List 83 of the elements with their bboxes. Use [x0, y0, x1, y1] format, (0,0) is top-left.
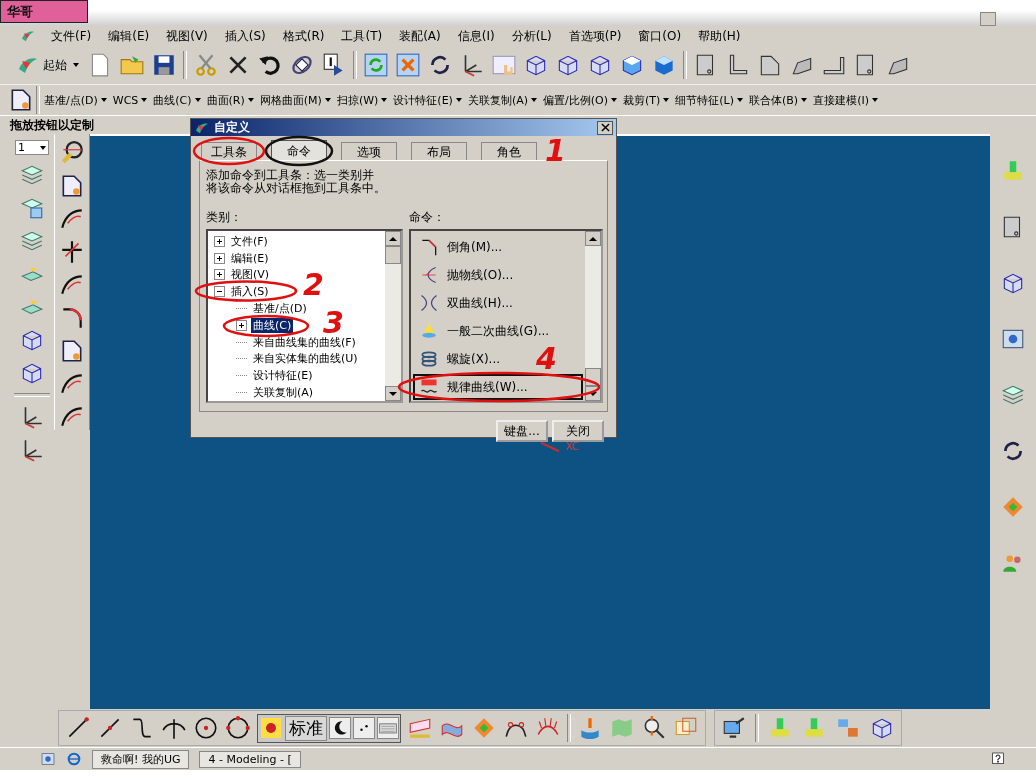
monitor-icon[interactable] [721, 715, 747, 741]
menu-item[interactable]: 装配(A) [397, 27, 443, 45]
axis-label: XC [566, 441, 580, 452]
dialog-title: 自定义 [214, 119, 251, 136]
toolbar-menu-button[interactable]: 直接建模(I) [811, 90, 880, 110]
command-item[interactable]: 规律曲线(W)... [413, 374, 583, 400]
expander-icon[interactable] [214, 235, 225, 247]
customize-hint: 拖放按钮以定制 [10, 116, 94, 134]
annotation-ellipse [264, 135, 334, 167]
ime-icon[interactable] [259, 716, 283, 740]
menu-item[interactable]: 插入(S) [222, 27, 268, 45]
menu-item[interactable]: 格式(R) [280, 27, 327, 45]
tree-item[interactable]: 设计特征(E) [230, 367, 315, 385]
circle-icon[interactable] [225, 715, 251, 741]
annotation-number: 4 [536, 341, 557, 376]
instruction-text: 将该命令从对话框拖到工具条中。 [206, 182, 386, 195]
tree-item[interactable]: 关联复制(A) [230, 384, 316, 401]
moon-icon[interactable] [329, 717, 351, 739]
parabola-icon [419, 265, 439, 285]
scrollbar-thumb[interactable] [385, 246, 401, 264]
menu-item[interactable]: 首选项(P) [566, 27, 624, 45]
menu-item[interactable]: 视图(V) [164, 27, 210, 45]
user-label: 华哥 [0, 0, 88, 23]
menu-item[interactable]: 文件(F) [49, 27, 94, 45]
trim-icon[interactable] [59, 239, 85, 265]
toolbar-menu-button[interactable]: 裁剪(T) [620, 90, 672, 110]
expander-icon[interactable] [214, 286, 225, 298]
help-icon[interactable] [990, 751, 1006, 767]
toolbar-menu-button[interactable]: 曲面(R) [204, 90, 256, 110]
hyperbola-icon [419, 293, 439, 313]
command-item[interactable]: 抛物线(O)... [413, 262, 520, 288]
menu-item[interactable]: 编辑(E) [106, 27, 152, 45]
tree-item[interactable]: 文件(F) [208, 233, 270, 250]
tree-item[interactable]: 插入(S) [208, 283, 271, 301]
menu-item[interactable]: 窗口(O) [636, 27, 684, 45]
helix-icon [419, 349, 439, 369]
scroll-up-button[interactable] [585, 231, 601, 246]
command-item[interactable]: 倒角(M)... [413, 234, 509, 260]
annotation-number: 2 [303, 267, 324, 302]
tree-item[interactable]: 编辑(E) [208, 249, 271, 267]
menu-item[interactable]: 信息(I) [455, 27, 497, 45]
close-button[interactable] [597, 120, 613, 135]
toolbar-menu-button[interactable]: 细节特征(L) [673, 90, 745, 110]
annotation-number: 1 [545, 133, 566, 168]
save-icon[interactable] [151, 52, 177, 78]
toolbar-menu-button[interactable]: 基准/点(D) [42, 90, 109, 110]
menu-item[interactable]: 工具(T) [339, 27, 385, 45]
dialog-button[interactable]: 键盘... [496, 420, 548, 442]
command-item[interactable]: 一般二次曲线(G)... [413, 318, 556, 344]
ime-mode-button[interactable]: 标准 [285, 715, 327, 741]
toolbar-menu-button[interactable]: 联合体(B) [747, 90, 810, 110]
command-item[interactable]: 双曲线(H)... [413, 290, 519, 316]
scroll-down-button[interactable] [385, 386, 401, 401]
taskbar-button[interactable]: 4 - Modeling - [ [199, 750, 301, 768]
wrench-icon[interactable] [59, 140, 85, 166]
tree-item[interactable]: 视图(V) [208, 266, 272, 284]
scroll-up-button[interactable] [385, 231, 401, 246]
toolbar-menu-button[interactable]: 偏置/比例(O) [541, 90, 619, 110]
start-button[interactable]: 起始 [14, 51, 81, 79]
toolbar-menu-button[interactable]: 关联复制(A) [465, 90, 539, 110]
toolbar-menu-button[interactable]: 曲线(C) [151, 90, 203, 110]
toolbar-menu-button[interactable]: 扫掠(W) [334, 90, 390, 110]
expander-icon[interactable] [236, 319, 247, 331]
tree-item[interactable]: 基准/点(D) [230, 300, 309, 317]
command-item[interactable]: 螺旋(X)... [413, 346, 507, 372]
app-icon[interactable] [40, 751, 56, 767]
menu-item[interactable]: 分析(L) [509, 27, 554, 45]
circle-icon[interactable] [193, 715, 219, 741]
toolbar-menu-button[interactable]: 网格曲面(M) [257, 90, 333, 110]
category-label: 类别： [206, 209, 243, 226]
layer-dropdown[interactable]: 1 [15, 140, 49, 155]
chamfer-icon [419, 237, 439, 257]
toolbar-menu-button[interactable]: WCS [110, 91, 150, 109]
tree-item[interactable]: 来自实体集的曲线(U) [230, 350, 360, 368]
keyboard-icon[interactable] [377, 717, 399, 739]
toolbar-menu-button[interactable]: 设计特征(E) [391, 90, 464, 110]
taskbar-button[interactable]: 救命啊! 我的UG [92, 749, 190, 769]
command-label: 命令： [409, 209, 446, 226]
expander-icon[interactable] [214, 252, 225, 264]
instruction-text: 添加命令到工具条：选一类别并 [206, 169, 374, 182]
menu-item[interactable]: 帮助(H) [696, 27, 743, 45]
expander-icon[interactable] [214, 269, 225, 281]
dialog-button[interactable]: 关闭 [552, 420, 604, 442]
